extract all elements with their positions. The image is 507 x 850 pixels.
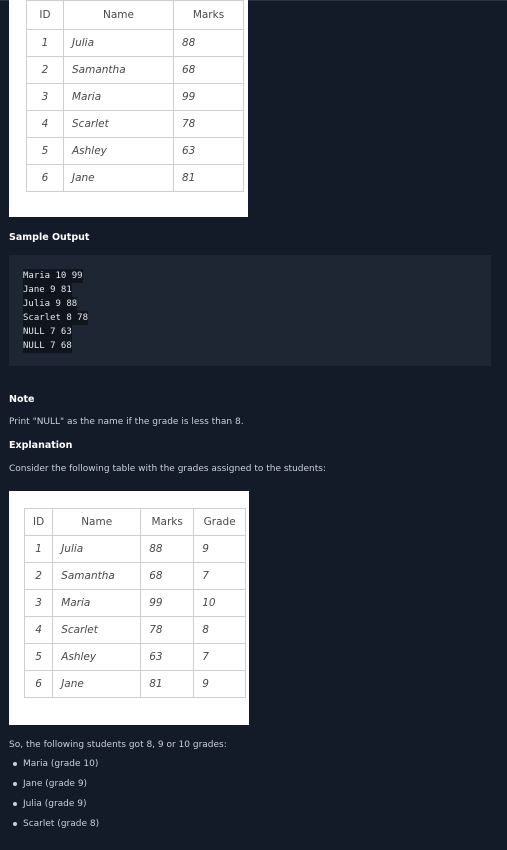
cell-name: Scarlet: [52, 616, 142, 644]
cell-id: 6: [26, 164, 64, 192]
cell-name: Maria: [52, 589, 142, 617]
cell-marks: 99: [140, 589, 195, 617]
cell-marks: 99: [173, 83, 244, 111]
code-line: Julia 9 88: [23, 297, 78, 311]
grades-table: ID Name Marks Grade 1 Julia 88 9 2 Saman…: [23, 508, 247, 698]
cell-name: Julia: [63, 29, 174, 57]
cell-marks: 68: [173, 56, 244, 84]
sample-output-code-block: Maria 10 99 Jane 9 81 Julia 9 88 Scarlet 8 …: [9, 255, 491, 366]
table-row: 4 Scarlet 78: [26, 110, 244, 138]
column-header-id: ID: [26, 0, 64, 30]
note-heading: Note: [9, 394, 35, 405]
students-table: ID Name Marks 1 Julia 88 2 Samantha 68 3…: [26, 0, 244, 192]
table-header-row: ID Name Marks Grade: [23, 508, 247, 536]
table-header-row: ID Name Marks: [26, 0, 244, 30]
code-line: Jane 9 81: [23, 283, 72, 297]
cell-marks: 78: [140, 616, 195, 644]
cell-id: 3: [23, 589, 54, 617]
table-row: 5 Ashley 63: [26, 137, 244, 165]
cell-id: 4: [23, 616, 54, 644]
explanation-text: Consider the following table with the gr…: [9, 464, 326, 474]
list-item: Maria (grade 10): [11, 757, 99, 777]
column-header-name: Name: [52, 508, 142, 536]
cell-id: 6: [23, 670, 54, 698]
cell-name: Scarlet: [63, 110, 174, 138]
cell-grade: 9: [193, 670, 247, 698]
cell-id: 1: [23, 535, 54, 563]
cell-id: 1: [26, 29, 64, 57]
cell-id: 5: [26, 137, 64, 165]
list-item-text: Maria (grade 10): [23, 759, 99, 769]
list-item-text: Scarlet (grade 8): [23, 819, 100, 829]
sample-output-code: Maria 10 99 Jane 9 81 Julia 9 88 Scarlet 8 …: [23, 269, 89, 353]
cell-name: Jane: [52, 670, 142, 698]
cell-grade: 7: [193, 643, 247, 671]
cell-id: 5: [23, 643, 54, 671]
cell-name: Julia: [52, 535, 142, 563]
table-row: 5 Ashley 63 7: [23, 643, 247, 671]
table-row: 2 Samantha 68: [26, 56, 244, 84]
cell-name: Ashley: [52, 643, 142, 671]
list-item-text: Julia (grade 9): [23, 799, 87, 809]
cell-marks: 88: [173, 29, 244, 57]
table-row: 4 Scarlet 78 8: [23, 616, 247, 644]
list-item: Julia (grade 9): [11, 797, 99, 817]
bullet-icon: [13, 822, 17, 826]
cell-name: Ashley: [63, 137, 174, 165]
bullet-icon: [13, 802, 17, 806]
column-header-name: Name: [63, 0, 174, 30]
cell-grade: 8: [193, 616, 247, 644]
table-row: 1 Julia 88: [26, 29, 244, 57]
list-item-text: Jane (grade 9): [23, 779, 88, 789]
cell-marks: 78: [173, 110, 244, 138]
table-row: 3 Maria 99 10: [23, 589, 247, 617]
cell-marks: 81: [173, 164, 244, 192]
column-header-id: ID: [23, 508, 54, 536]
code-line: NULL 7 68: [23, 339, 72, 353]
cell-id: 4: [26, 110, 64, 138]
cell-id: 3: [26, 83, 64, 111]
cell-grade: 7: [193, 562, 247, 590]
cell-name: Samantha: [63, 56, 174, 84]
code-line: Maria 10 99: [23, 269, 83, 283]
table-row: 1 Julia 88 9: [23, 535, 247, 563]
grades-table-image: ID Name Marks Grade 1 Julia 88 9 2 Saman…: [9, 491, 249, 725]
cell-marks: 88: [140, 535, 195, 563]
note-text: Print "NULL" as the name if the grade is…: [9, 417, 244, 427]
list-item: Jane (grade 9): [11, 777, 99, 797]
cell-name: Jane: [63, 164, 174, 192]
cell-id: 2: [26, 56, 64, 84]
cell-id: 2: [23, 562, 54, 590]
cell-marks: 63: [173, 137, 244, 165]
table-row: 6 Jane 81 9: [23, 670, 247, 698]
sample-output-heading: Sample Output: [9, 232, 90, 243]
summary-text: So, the following students got 8, 9 or 1…: [9, 740, 227, 750]
cell-marks: 68: [140, 562, 195, 590]
cell-name: Maria: [63, 83, 174, 111]
column-header-marks: Marks: [140, 508, 195, 536]
explanation-heading: Explanation: [9, 440, 73, 451]
table-row: 6 Jane 81: [26, 164, 244, 192]
code-line: Scarlet 8 78: [23, 311, 89, 325]
table-row: 2 Samantha 68 7: [23, 562, 247, 590]
column-header-grade: Grade: [193, 508, 247, 536]
table-row: 3 Maria 99: [26, 83, 244, 111]
grades-list: Maria (grade 10) Jane (grade 9) Julia (g…: [11, 757, 99, 837]
cell-grade: 9: [193, 535, 247, 563]
cell-marks: 63: [140, 643, 195, 671]
code-line: NULL 7 63: [23, 325, 72, 339]
cell-grade: 10: [193, 589, 247, 617]
column-header-marks: Marks: [173, 0, 244, 30]
bullet-icon: [13, 782, 17, 786]
cell-marks: 81: [140, 670, 195, 698]
cell-name: Samantha: [52, 562, 142, 590]
bullet-icon: [13, 762, 17, 766]
students-table-image: ID Name Marks 1 Julia 88 2 Samantha 68 3…: [9, 0, 248, 217]
list-item: Scarlet (grade 8): [11, 817, 99, 837]
